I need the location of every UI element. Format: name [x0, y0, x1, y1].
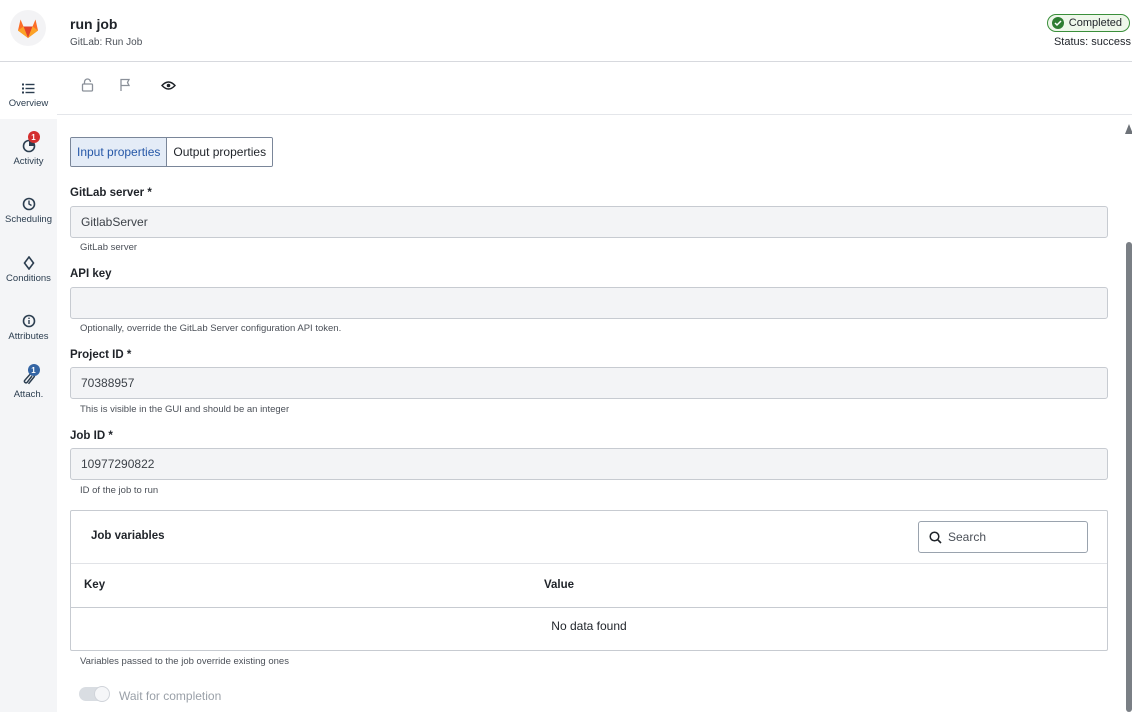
rail-item-overview[interactable]: Overview — [0, 63, 57, 119]
scrollbar[interactable] — [1125, 116, 1132, 712]
attachment-count-badge: 1 — [27, 364, 40, 376]
activity-count-badge: 1 — [27, 131, 40, 143]
job-variables-panel: Job variables Search Key Value No data f… — [70, 510, 1108, 651]
rail-item-label: Activity — [13, 156, 44, 167]
job-id-field[interactable]: 10977290822 — [70, 448, 1108, 480]
search-icon — [929, 530, 942, 544]
wait-for-completion-label: Wait for completion — [119, 689, 222, 703]
rail-item-label: Scheduling — [4, 214, 52, 225]
rail-item-conditions[interactable]: Conditions — [0, 238, 57, 294]
status-text: Status: success — [1053, 36, 1131, 48]
rail-item-label: Attach. — [13, 389, 44, 400]
toolbar — [57, 63, 1132, 115]
page-subtitle: GitLab: Run Job — [70, 37, 143, 48]
rail-item-label: Overview — [8, 98, 49, 109]
activity-icon: 1 — [22, 131, 40, 153]
header-bar: run job GitLab: Run Job Completed Status… — [0, 0, 1132, 62]
gitlab-server-field[interactable]: GitlabServer — [70, 206, 1108, 238]
rail-item-scheduling[interactable]: Scheduling — [0, 179, 57, 235]
rail-item-label: Attributes — [8, 331, 49, 342]
gitlab-server-label: GitLab server * — [70, 187, 152, 199]
diamond-icon — [22, 256, 36, 270]
clock-icon — [22, 197, 36, 211]
table-header: Key Value — [71, 563, 1107, 608]
main-panel: Input properties Output properties GitLa… — [57, 116, 1125, 712]
gitlab-logo-icon — [10, 10, 46, 46]
empty-state-text: No data found — [551, 619, 627, 633]
lock-icon[interactable] — [79, 77, 95, 93]
eye-icon[interactable] — [160, 77, 176, 93]
job-id-help: ID of the job to run — [80, 485, 159, 496]
page-title: run job — [70, 16, 118, 32]
rail-item-activity[interactable]: 1 Activity — [0, 121, 57, 177]
api-key-field[interactable] — [70, 287, 1108, 319]
search-input[interactable]: Search — [918, 521, 1088, 553]
job-id-label: Job ID * — [70, 430, 113, 442]
api-key-help: Optionally, override the GitLab Server c… — [80, 323, 342, 334]
list-icon — [22, 81, 36, 95]
properties-tabs: Input properties Output properties — [70, 137, 274, 167]
job-variables-help: Variables passed to the job override exi… — [80, 656, 289, 667]
status-badge: Completed — [1046, 14, 1130, 32]
flag-icon[interactable] — [117, 77, 133, 93]
scrollbar-thumb[interactable] — [1126, 242, 1132, 712]
paperclip-icon: 1 — [22, 364, 40, 386]
job-variables-title: Job variables — [91, 530, 165, 542]
left-rail: Overview 1 Activity Scheduling Condition… — [0, 63, 57, 712]
check-circle-icon — [1051, 17, 1064, 29]
tab-input-properties[interactable]: Input properties — [71, 138, 168, 166]
wait-for-completion-toggle[interactable] — [79, 686, 110, 702]
scroll-up-arrow-icon[interactable] — [1125, 124, 1132, 134]
project-id-field[interactable]: 70388957 — [70, 367, 1108, 399]
rail-item-attributes[interactable]: Attributes — [0, 296, 57, 352]
rail-item-label: Conditions — [6, 273, 51, 284]
gitlab-server-help: GitLab server — [80, 242, 138, 253]
search-placeholder: Search — [948, 530, 987, 544]
api-key-label: API key — [70, 268, 112, 280]
column-header-value[interactable]: Value — [544, 579, 574, 591]
tab-output-properties[interactable]: Output properties — [167, 138, 273, 166]
column-header-key[interactable]: Key — [84, 579, 105, 591]
toggle-knob — [94, 686, 110, 702]
rail-item-attachments[interactable]: 1 Attach. — [0, 354, 57, 410]
status-badge-label: Completed — [1068, 17, 1122, 29]
project-id-help: This is visible in the GUI and should be… — [80, 404, 290, 415]
project-id-label: Project ID * — [70, 349, 132, 361]
info-icon — [22, 314, 36, 328]
